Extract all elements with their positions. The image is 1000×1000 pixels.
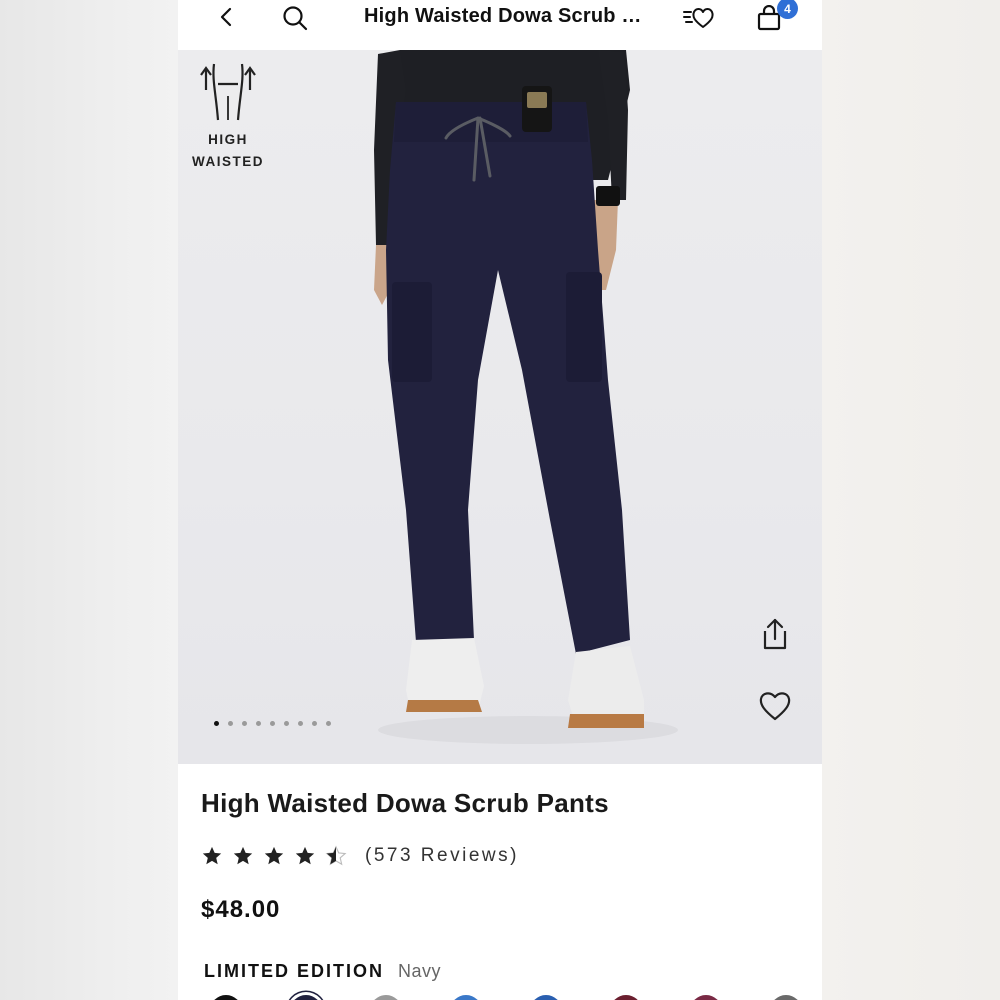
color-swatch[interactable]	[450, 995, 482, 1000]
cart-count-badge: 4	[777, 0, 798, 19]
color-swatch[interactable]	[770, 995, 802, 1000]
product-photo	[374, 50, 678, 744]
star-icon	[202, 846, 222, 865]
color-swatches	[210, 995, 802, 1000]
carousel-dot[interactable]	[312, 721, 317, 726]
badge-line-1: HIGH	[208, 132, 248, 147]
top-navbar: High Waisted Dowa Scrub Pants 4	[178, 0, 822, 50]
review-count-link[interactable]: (573 Reviews)	[365, 845, 519, 867]
half-star-icon	[325, 845, 347, 866]
phone-screen: High Waisted Dowa Scrub Pants 4 HIGH WAI…	[178, 0, 822, 1000]
selected-color-name: Navy	[398, 961, 442, 981]
search-button[interactable]	[281, 4, 309, 32]
nav-title: High Waisted Dowa Scrub Pants	[364, 5, 654, 27]
product-price: $48.00	[201, 896, 281, 923]
high-waisted-badge: HIGH WAISTED	[186, 60, 270, 173]
product-image-carousel[interactable]: HIGH WAISTED	[178, 50, 822, 764]
chevron-left-icon	[220, 7, 232, 27]
share-button[interactable]	[755, 614, 795, 654]
carousel-dots	[214, 721, 331, 726]
carousel-dot[interactable]	[256, 721, 261, 726]
carousel-dot[interactable]	[284, 721, 289, 726]
star-icon	[264, 846, 284, 865]
carousel-dot[interactable]	[298, 721, 303, 726]
edition-label: LIMITED EDITION	[204, 961, 384, 981]
color-selection-label: LIMITED EDITION Navy	[204, 961, 441, 982]
waist-icon	[200, 63, 256, 121]
search-icon	[283, 6, 308, 31]
color-swatch[interactable]	[690, 995, 722, 1000]
color-swatch[interactable]	[290, 995, 322, 1000]
product-title: High Waisted Dowa Scrub Pants	[201, 788, 609, 818]
star-icon	[295, 846, 315, 865]
color-swatch[interactable]	[370, 995, 402, 1000]
star-icon	[233, 846, 253, 865]
favorite-button[interactable]	[755, 686, 795, 726]
carousel-dot[interactable]	[228, 721, 233, 726]
color-swatch[interactable]	[210, 995, 242, 1000]
badge-line-2: WAISTED	[191, 154, 264, 169]
wishlist-button[interactable]	[682, 4, 714, 32]
rating-row[interactable]: (573 Reviews)	[201, 845, 519, 867]
heart-icon	[759, 692, 791, 721]
star-rating	[201, 845, 347, 867]
color-swatch[interactable]	[610, 995, 642, 1000]
color-swatch[interactable]	[530, 995, 562, 1000]
carousel-dot[interactable]	[214, 721, 219, 726]
back-button[interactable]	[214, 4, 238, 30]
share-icon	[763, 618, 787, 650]
carousel-dot[interactable]	[242, 721, 247, 726]
carousel-dot[interactable]	[270, 721, 275, 726]
carousel-dot[interactable]	[326, 721, 331, 726]
wishlist-list-icon	[683, 8, 714, 28]
